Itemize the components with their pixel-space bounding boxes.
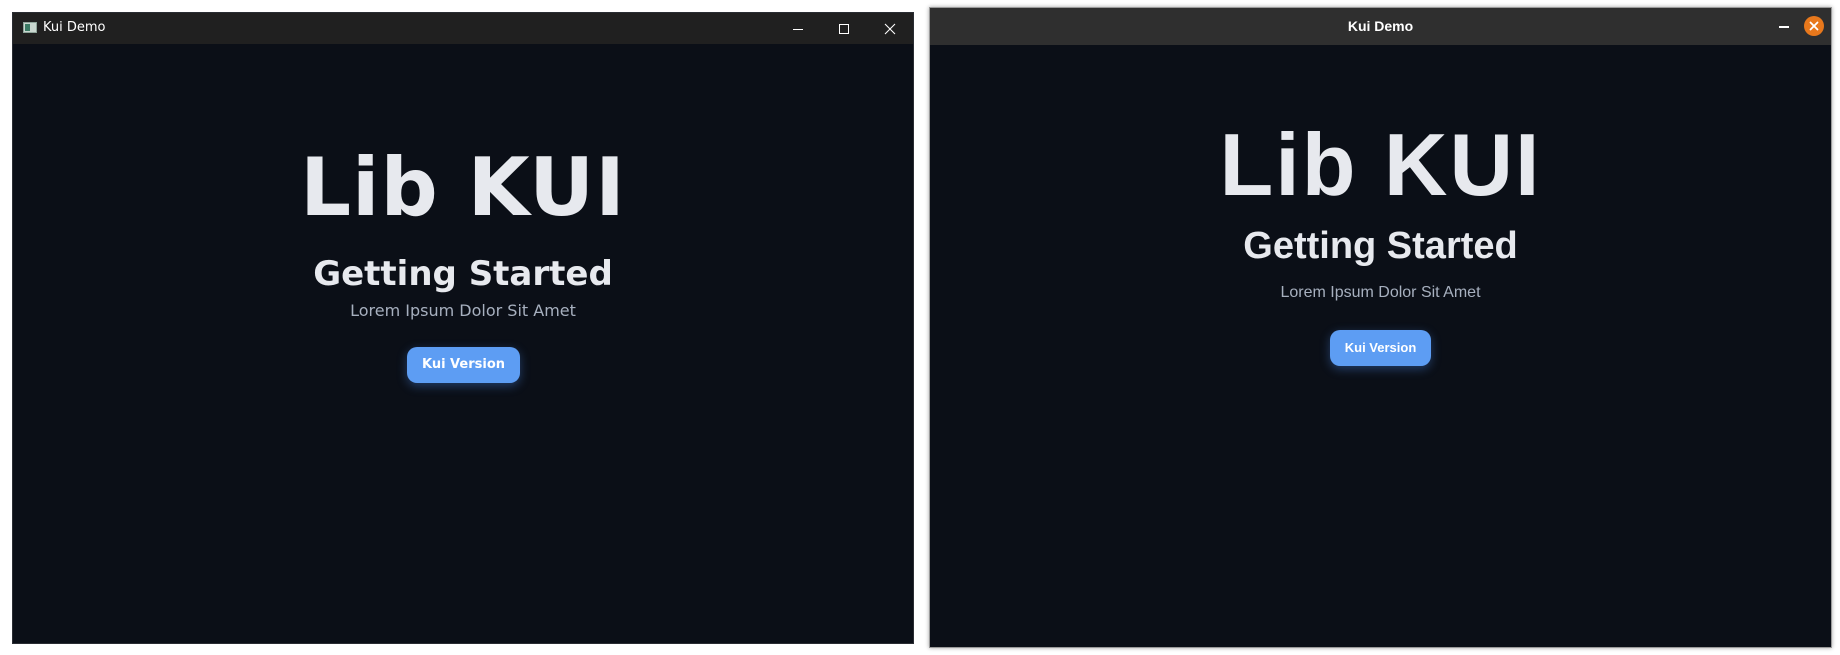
window-title: Kui Demo xyxy=(43,20,106,35)
page-subtitle: Getting Started xyxy=(313,254,613,294)
maximize-icon xyxy=(839,24,849,34)
kui-demo-window-linux: Kui Demo Lib KUI Getting Started Lorem I… xyxy=(929,7,1832,648)
button-row: Kui Version xyxy=(930,330,1831,366)
window-content: Lib KUI Getting Started Lorem Ipsum Dolo… xyxy=(930,45,1831,366)
title-bar[interactable]: Kui Demo xyxy=(930,8,1831,45)
window-content: Lib KUI Getting Started Lorem Ipsum Dolo… xyxy=(13,44,913,383)
button-row: Kui Version xyxy=(13,347,913,383)
app-icon xyxy=(23,22,37,33)
close-button[interactable] xyxy=(867,13,913,44)
minimize-icon xyxy=(1779,26,1789,28)
title-bar[interactable]: Kui Demo xyxy=(13,13,913,44)
window-title: Kui Demo xyxy=(1347,18,1414,34)
hero-title: Lib KUI xyxy=(300,141,626,234)
tagline-text: Lorem Ipsum Dolor Sit Amet xyxy=(350,301,576,320)
kui-version-button[interactable]: Kui Version xyxy=(1329,330,1432,366)
tagline-text: Lorem Ipsum Dolor Sit Amet xyxy=(1280,284,1481,301)
close-button[interactable] xyxy=(1804,16,1824,36)
minimize-icon xyxy=(793,29,803,30)
page-subtitle: Getting Started xyxy=(1243,225,1518,267)
hero-title: Lib KUI xyxy=(1219,115,1542,214)
kui-demo-window-windows: Kui Demo Lib KUI Getting Started Lorem I… xyxy=(12,12,914,644)
close-icon xyxy=(884,23,896,35)
kui-version-button[interactable]: Kui Version xyxy=(406,347,521,383)
maximize-button[interactable] xyxy=(821,13,867,44)
close-icon xyxy=(1809,21,1819,31)
minimize-button[interactable] xyxy=(1776,21,1792,35)
minimize-button[interactable] xyxy=(775,13,821,44)
